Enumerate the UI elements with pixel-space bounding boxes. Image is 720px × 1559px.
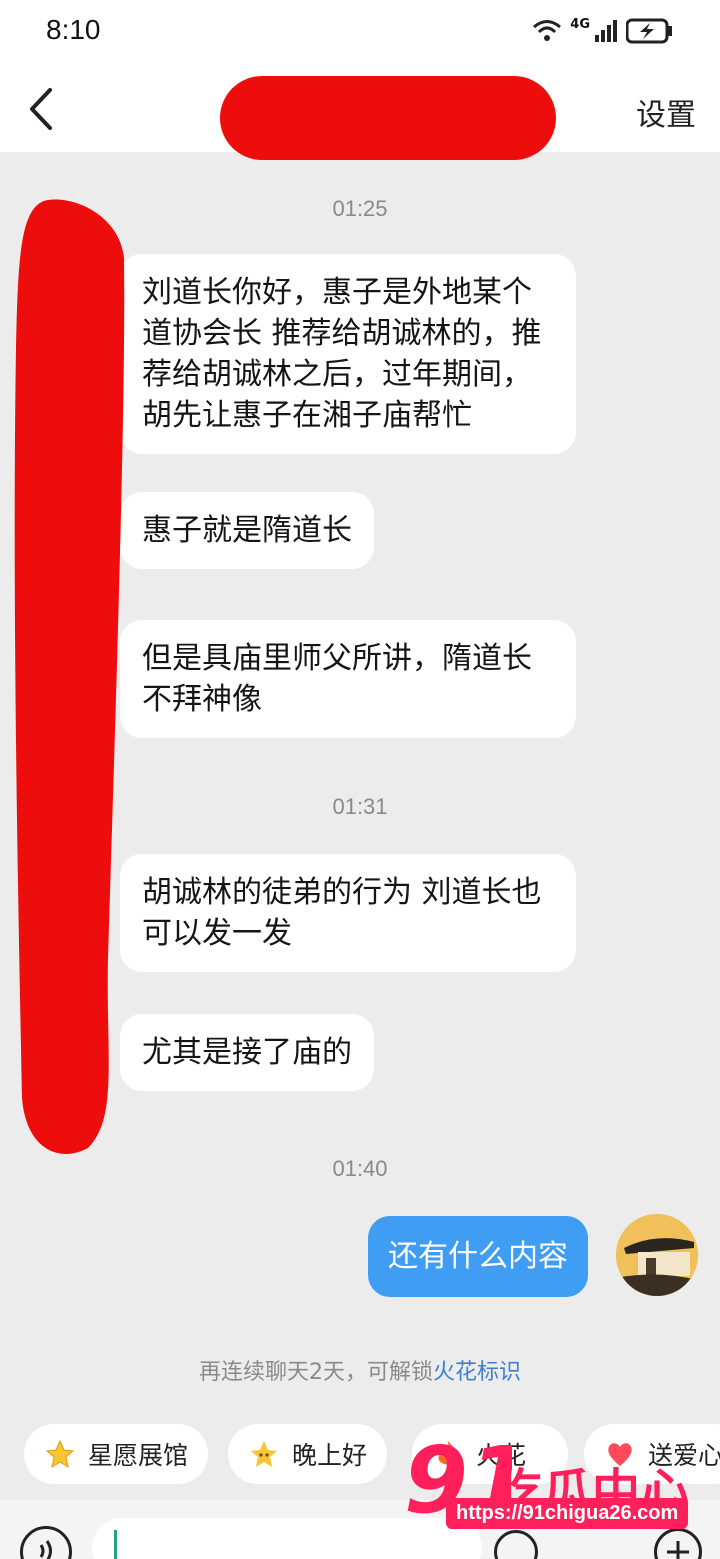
signal-icon xyxy=(595,20,617,42)
watermark-url: https://91chigua26.com xyxy=(446,1498,689,1529)
status-time: 8:10 xyxy=(46,14,101,45)
back-arrow-icon[interactable] xyxy=(22,84,62,134)
timestamp: 01:40 xyxy=(332,1156,388,1181)
spark-unlock-hint: 再连续聊天2天，可解锁火花标识 xyxy=(0,1354,720,1386)
avatar[interactable] xyxy=(616,1214,698,1296)
star-icon xyxy=(44,1438,76,1470)
network-type-label: 4G xyxy=(570,16,590,32)
text-caret xyxy=(114,1530,117,1559)
avatar-redaction xyxy=(14,199,125,1154)
incoming-message[interactable]: 但是具庙里师父所讲，隋道长不拜神像 xyxy=(120,620,576,738)
incoming-message[interactable]: 惠子就是隋道长 xyxy=(120,492,374,569)
voice-input-button[interactable] xyxy=(20,1526,72,1559)
spark-hint-text: 再连续聊天2天，可解锁 xyxy=(198,1360,433,1385)
quick-reply-chip[interactable]: 晚上好 xyxy=(228,1424,388,1484)
incoming-message[interactable]: 刘道长你好，惠子是外地某个道协会长 推荐给胡诚林的，推荐给胡诚林之后，过年期间，… xyxy=(120,254,576,454)
incoming-message[interactable]: 胡诚林的徒弟的行为 刘道长也可以发一发 xyxy=(120,854,576,972)
battery-icon xyxy=(626,18,672,44)
contact-name-redaction xyxy=(220,76,556,160)
chip-label: 星愿展馆 xyxy=(88,1441,189,1470)
incoming-message[interactable]: 尤其是接了庙的 xyxy=(120,1014,374,1091)
star-face-icon xyxy=(248,1438,280,1470)
chip-label: 晚上好 xyxy=(292,1441,368,1470)
voice-icon xyxy=(39,1540,52,1559)
wifi-icon xyxy=(533,20,562,41)
quick-reply-chip[interactable]: 星愿展馆 xyxy=(24,1424,209,1484)
status-bar: 8:10 4G xyxy=(0,0,720,66)
outgoing-message[interactable]: 还有什么内容 xyxy=(368,1216,588,1297)
temple-avatar-icon xyxy=(616,1214,698,1296)
watermark: 91 吃瓜中心 https://91chigua26.com xyxy=(402,1422,720,1559)
status-icons: 4G xyxy=(532,16,674,44)
settings-button[interactable]: 设置 xyxy=(636,90,696,134)
spark-badge-link[interactable]: 火花标识 xyxy=(433,1360,521,1385)
chat-header: 设置 xyxy=(0,66,720,160)
